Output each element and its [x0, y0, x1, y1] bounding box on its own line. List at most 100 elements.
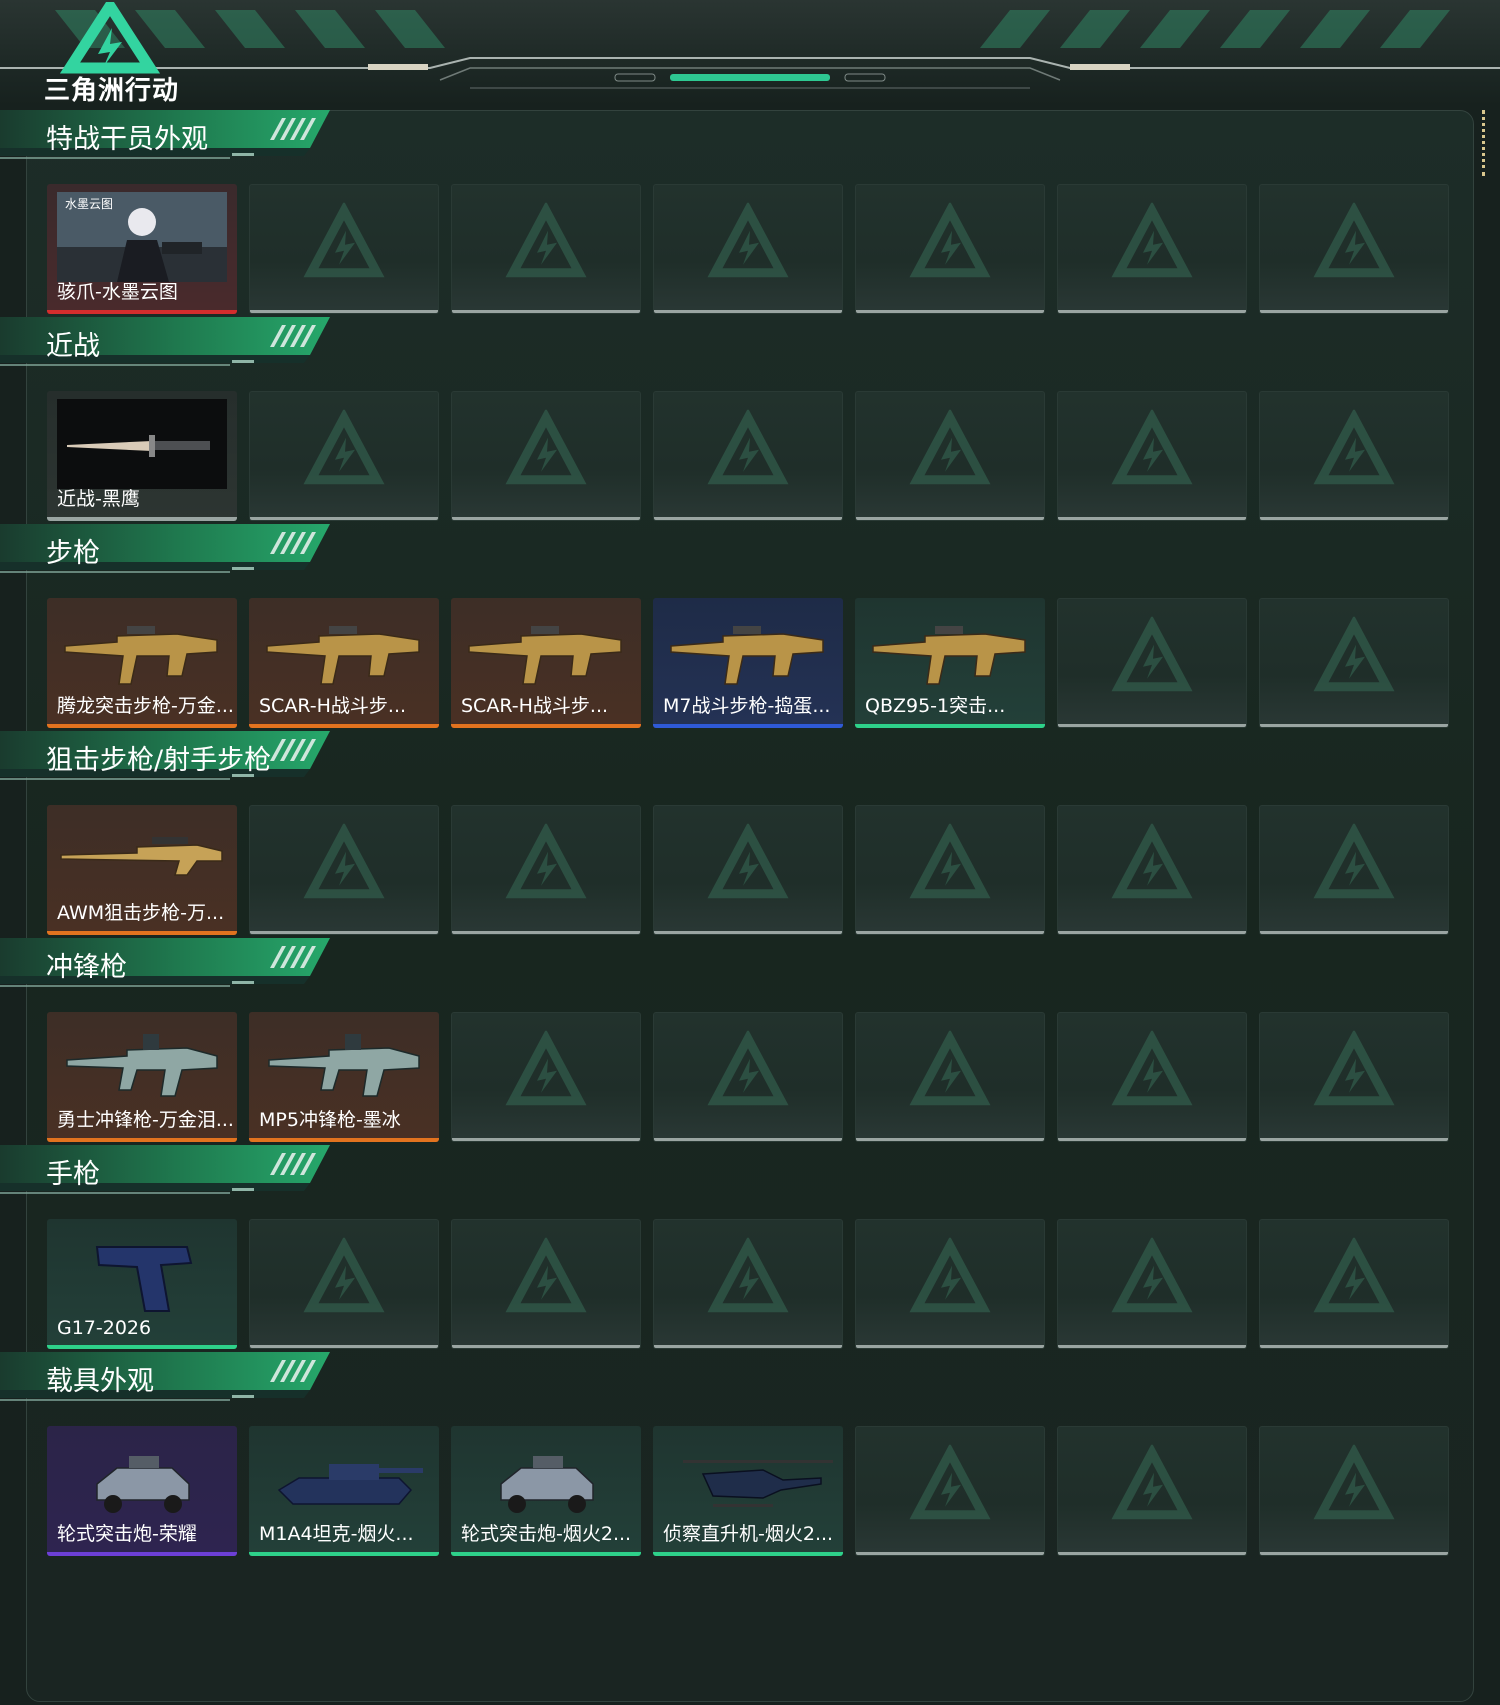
item-card[interactable]: QBZ95-1突击... — [855, 598, 1045, 728]
rarity-bar — [249, 724, 439, 728]
armored-car-icon — [461, 1434, 631, 1524]
sniper-rifle-icon — [57, 813, 227, 903]
item-card[interactable]: G17-2026 — [47, 1219, 237, 1349]
slot-bar — [452, 310, 640, 313]
item-row: AWM狙击步枪-万... — [47, 805, 1452, 935]
empty-slot — [1259, 391, 1449, 521]
section-header: 步枪 — [0, 524, 330, 578]
item-card[interactable]: AWM狙击步枪-万... — [47, 805, 237, 935]
item-name: G17-2026 — [57, 1317, 152, 1339]
item-card[interactable]: SCAR-H战斗步... — [249, 598, 439, 728]
item-name: 勇士冲锋枪-万金泪... — [57, 1109, 234, 1131]
item-name: AWM狙击步枪-万... — [57, 902, 225, 924]
empty-slot — [249, 391, 439, 521]
item-card[interactable]: 轮式突击炮-烟火2... — [451, 1426, 641, 1556]
slot-bar — [452, 517, 640, 520]
slot-bar — [1260, 310, 1448, 313]
slot-bar — [1058, 310, 1246, 313]
slot-bar — [654, 310, 842, 313]
rarity-bar — [451, 724, 641, 728]
slot-bar — [654, 1138, 842, 1141]
section-header: 手枪 — [0, 1145, 330, 1199]
svg-text:水墨云图: 水墨云图 — [65, 197, 113, 211]
item-card[interactable]: 近战-黑鹰 — [47, 391, 237, 521]
delta-watermark-icon — [1309, 1443, 1399, 1529]
item-card[interactable]: 侦察直升机-烟火2... — [653, 1426, 843, 1556]
rifle-icon — [663, 606, 833, 696]
rifle-icon — [259, 606, 429, 696]
delta-watermark-icon — [1309, 822, 1399, 908]
rarity-bar — [249, 1552, 439, 1556]
rifle-icon — [865, 606, 1035, 696]
item-card[interactable]: 轮式突击炮-荣耀 — [47, 1426, 237, 1556]
armored-car-icon — [57, 1434, 227, 1524]
slot-bar — [856, 1138, 1044, 1141]
rarity-bar — [47, 310, 237, 314]
delta-watermark-icon — [905, 1236, 995, 1322]
slot-bar — [452, 1138, 640, 1141]
item-card[interactable]: M1A4坦克-烟火... — [249, 1426, 439, 1556]
delta-watermark-icon — [905, 822, 995, 908]
slot-bar — [1260, 931, 1448, 934]
delta-watermark-icon — [1107, 201, 1197, 287]
item-card[interactable]: MP5冲锋枪-墨冰 — [249, 1012, 439, 1142]
delta-watermark-icon — [1309, 201, 1399, 287]
empty-slot — [1057, 1219, 1247, 1349]
slot-bar — [856, 1552, 1044, 1555]
section-header: 狙击步枪/射手步枪 — [0, 731, 330, 785]
empty-slot — [855, 184, 1045, 314]
rarity-bar — [451, 1552, 641, 1556]
section-header: 近战 — [0, 317, 330, 371]
item-card[interactable]: 水墨云图骇爪-水墨云图 — [47, 184, 237, 314]
delta-watermark-icon — [501, 1236, 591, 1322]
rarity-bar — [47, 1345, 237, 1349]
empty-slot — [1057, 391, 1247, 521]
item-name: 骇爪-水墨云图 — [57, 281, 178, 303]
empty-slot — [1259, 598, 1449, 728]
item-card[interactable]: 勇士冲锋枪-万金泪... — [47, 1012, 237, 1142]
rarity-bar — [653, 1552, 843, 1556]
item-card[interactable]: M7战斗步枪-捣蛋... — [653, 598, 843, 728]
app-title: 三角洲行动 — [44, 76, 180, 106]
scrollbar[interactable] — [1482, 110, 1489, 176]
item-card[interactable]: SCAR-H战斗步... — [451, 598, 641, 728]
delta-watermark-icon — [905, 1443, 995, 1529]
item-row: 近战-黑鹰 — [47, 391, 1452, 521]
item-row: 水墨云图骇爪-水墨云图 — [47, 184, 1452, 314]
delta-watermark-icon — [905, 408, 995, 494]
helicopter-icon — [663, 1434, 833, 1524]
section-title: 近战 — [46, 331, 100, 362]
delta-watermark-icon — [1107, 1029, 1197, 1115]
section-title: 特战干员外观 — [46, 124, 208, 155]
delta-watermark-icon — [703, 1029, 793, 1115]
empty-slot — [1057, 1426, 1247, 1556]
item-name: 轮式突击炮-烟火2... — [461, 1523, 632, 1545]
delta-watermark-icon — [703, 1236, 793, 1322]
item-name: 近战-黑鹰 — [57, 488, 140, 510]
section-title: 载具外观 — [46, 1366, 154, 1397]
slot-bar — [856, 1345, 1044, 1348]
top-banner: 三角洲行动 — [0, 0, 1500, 106]
empty-slot — [1259, 1426, 1449, 1556]
delta-watermark-icon — [1107, 408, 1197, 494]
empty-slot — [1259, 1012, 1449, 1142]
delta-watermark-icon — [1107, 615, 1197, 701]
slot-bar — [1058, 724, 1246, 727]
banner-frame — [0, 10, 1500, 89]
delta-watermark-icon — [299, 408, 389, 494]
empty-slot — [855, 1426, 1045, 1556]
delta-watermark-icon — [1309, 1236, 1399, 1322]
empty-slot — [855, 1012, 1045, 1142]
slot-bar — [1058, 931, 1246, 934]
item-name: QBZ95-1突击... — [865, 695, 1006, 717]
empty-slot — [1259, 805, 1449, 935]
slot-bar — [1058, 1552, 1246, 1555]
slot-bar — [1260, 517, 1448, 520]
item-card[interactable]: 腾龙突击步枪-万金... — [47, 598, 237, 728]
knife-icon — [57, 399, 227, 489]
empty-slot — [653, 184, 843, 314]
delta-watermark-icon — [501, 201, 591, 287]
empty-slot — [653, 1012, 843, 1142]
slot-bar — [452, 1345, 640, 1348]
slot-bar — [1260, 724, 1448, 727]
